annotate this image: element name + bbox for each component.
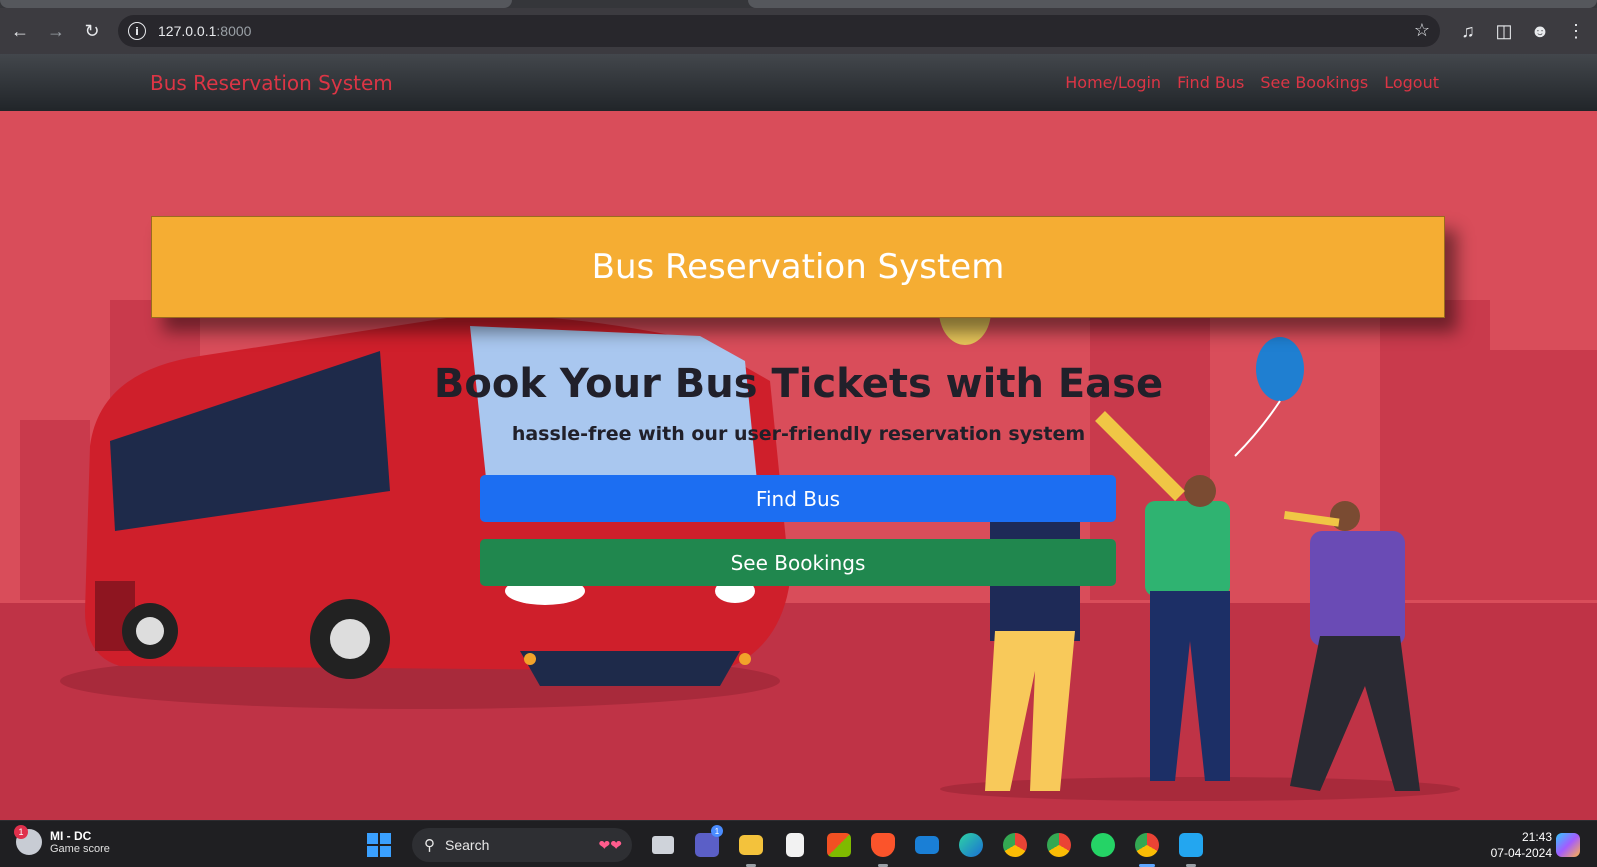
search-icon: ⚲ [424,837,435,854]
url-host: 127.0.0.1 [158,23,217,39]
notification-badge: 1 [14,825,28,839]
url-text[interactable]: 127.0.0.1:8000 [158,23,251,39]
url-port: :8000 [216,23,252,39]
reload-icon[interactable]: ↻ [74,13,110,49]
clock-date: 07-04-2024 [1490,846,1552,860]
hero-headline: Book Your Bus Tickets with Ease [433,361,1164,407]
person-head [1184,475,1216,507]
person-head [1330,501,1360,531]
edge-browser-icon[interactable] [954,828,988,862]
whatsapp-icon[interactable] [1086,828,1120,862]
browser-toolbar: ← → ↻ i 127.0.0.1:8000 ☆ ♫ ◫ ☻ ⋮ [0,8,1597,54]
nav-link-home-login[interactable]: Home/Login [1065,73,1161,92]
copilot-icon[interactable] [1556,833,1580,857]
hero-subline: hassle-free with our user-friendly reser… [511,423,1086,445]
banner-title: Bus Reservation System [591,247,1005,287]
notepad-icon[interactable] [778,828,812,862]
taskbar-apps: ⚲ Search ❤❤ 1 [362,825,1208,867]
nav-link-logout[interactable]: Logout [1384,73,1439,92]
store-icon[interactable] [822,828,856,862]
person-pants-navy [1150,591,1230,781]
site-info-icon[interactable]: i [128,22,146,40]
widget-title: MI - DC [50,829,92,843]
task-view-icon[interactable] [646,828,680,862]
navbar-links: Home/Login Find Bus See Bookings Logout [1065,73,1439,92]
see-bookings-button[interactable]: See Bookings [480,539,1116,586]
page-viewport: Bus Reservation System Home/Login Find B… [0,54,1597,820]
score-widget[interactable]: 1 MI - DC Game score [14,825,110,855]
forward-icon[interactable]: → [38,13,74,49]
address-bar[interactable]: i 127.0.0.1:8000 ☆ [118,15,1440,47]
brave-browser-icon[interactable] [866,828,900,867]
os-taskbar: 1 MI - DC Game score ⚲ Search ❤❤ 1 21:43… [0,820,1597,867]
widget-subtitle: Game score [50,843,110,855]
cricket-icon: 1 [14,825,42,855]
person-pants-yellow [985,631,1075,791]
taskbar-search[interactable]: ⚲ Search ❤❤ [412,828,632,862]
system-clock[interactable]: 21:43 07-04-2024 [1462,829,1552,861]
navbar-brand[interactable]: Bus Reservation System [150,71,393,95]
title-banner: Bus Reservation System [151,216,1445,318]
mail-icon[interactable] [910,828,944,862]
browser-tab[interactable] [748,0,1597,8]
back-icon[interactable]: ← [2,13,38,49]
people-shadow [940,777,1460,801]
person-shirt-purple [1310,531,1405,646]
nav-link-find-bus[interactable]: Find Bus [1177,73,1244,92]
start-button[interactable] [362,828,396,862]
media-control-icon[interactable]: ♫ [1453,13,1483,49]
person-shirt-green [1145,501,1230,596]
side-panel-icon[interactable]: ◫ [1489,13,1519,49]
chrome-icon[interactable] [998,828,1032,862]
person-pants-dark [1290,636,1420,791]
bookmark-star-icon[interactable]: ☆ [1414,20,1430,41]
tab-strip [0,0,1597,8]
profile-icon[interactable]: ☻ [1525,13,1555,49]
site-navbar: Bus Reservation System Home/Login Find B… [0,54,1597,111]
teams-badge: 1 [711,825,723,837]
hearts-decoration-icon: ❤❤ [598,836,622,853]
windows-logo-icon [367,833,391,857]
file-explorer-icon[interactable] [734,828,768,867]
chrome-profile-icon[interactable] [1042,828,1076,862]
vscode-icon[interactable] [1174,828,1208,867]
hero-section: Bus Reservation System Book Your Bus Tic… [0,111,1597,820]
search-label: Search [445,837,490,853]
clock-time: 21:43 [1521,830,1552,844]
chrome-active-icon[interactable] [1130,828,1164,867]
teams-icon[interactable]: 1 [690,825,724,862]
find-bus-button[interactable]: Find Bus [480,475,1116,522]
menu-kebab-icon[interactable]: ⋮ [1561,13,1591,49]
nav-link-see-bookings[interactable]: See Bookings [1260,73,1368,92]
browser-tab[interactable] [0,0,512,8]
